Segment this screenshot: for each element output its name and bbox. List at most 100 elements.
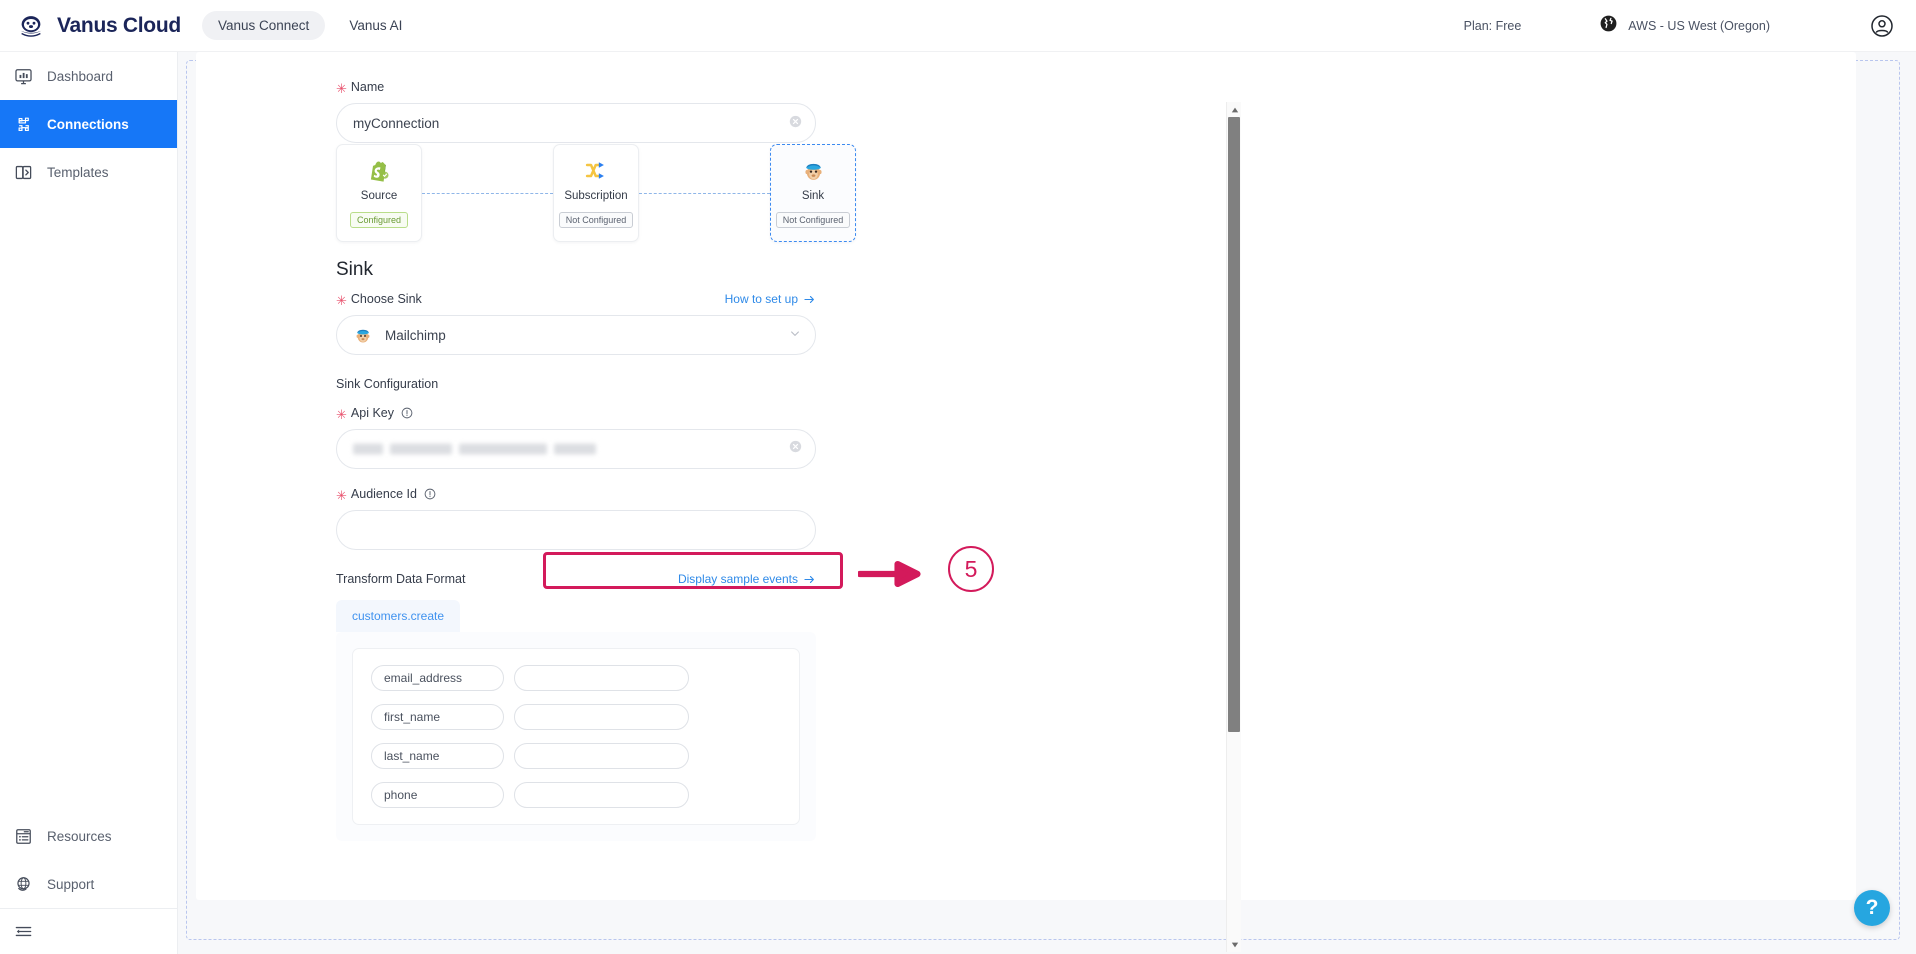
scroll-down-arrow-icon[interactable]: [1227, 937, 1242, 952]
shopify-icon: [366, 157, 392, 183]
sidebar-item-label: Dashboard: [47, 68, 114, 84]
step-connector: [639, 144, 770, 242]
status-badge: Configured: [349, 212, 409, 228]
sidebar-item-label: Connections: [47, 116, 129, 132]
arrow-right-icon: [804, 295, 814, 303]
sink-select[interactable]: Mailchimp: [336, 315, 816, 355]
sidebar-item-label: Support: [47, 876, 95, 892]
table-row: email_address: [371, 665, 781, 691]
mapping-value-field[interactable]: [514, 665, 689, 691]
mapping-key-field[interactable]: email_address: [371, 665, 504, 691]
arrow-right-icon: [804, 575, 814, 583]
annotation-arrow-icon: [856, 560, 930, 593]
sidebar-item-support[interactable]: Support: [0, 860, 177, 908]
step-title: Subscription: [564, 190, 628, 202]
scrollbar-track[interactable]: [1227, 117, 1242, 937]
field-mapping-list: email_address first_name last_name phone: [352, 648, 800, 825]
sidebar-item-dashboard[interactable]: Dashboard: [0, 52, 177, 100]
tab-customers-create[interactable]: customers.create: [336, 600, 461, 632]
sidebar-item-label: Templates: [47, 164, 109, 180]
mapping-key-field[interactable]: phone: [371, 782, 504, 808]
sidebar-item-resources[interactable]: Resources: [0, 812, 177, 860]
step-title: Sink: [801, 190, 825, 202]
display-sample-events-link[interactable]: Display sample events: [678, 572, 816, 586]
api-key-masked-value: [353, 443, 596, 455]
info-circle-icon[interactable]: [401, 407, 413, 419]
shuffle-icon: [583, 157, 609, 183]
sidebar-nav: Dashboard Connections Templates Resource…: [0, 52, 178, 954]
transform-row: Transform Data Format Display sample eve…: [336, 572, 816, 586]
sidebar-item-label: Resources: [47, 828, 112, 844]
required-star-icon: ✳: [336, 406, 347, 422]
status-badge: Not Configured: [558, 212, 634, 228]
brand-name: Vanus Cloud: [57, 13, 181, 37]
sink-form-column: ✳ Choose Sink How to set up Mailchimp Si…: [336, 292, 816, 841]
mapping-value-field[interactable]: [514, 782, 689, 808]
clear-circle-icon[interactable]: [789, 115, 802, 131]
required-star-icon: ✳: [336, 292, 347, 308]
support-globe-icon: [13, 874, 33, 894]
sink-configuration-label: Sink Configuration: [336, 377, 439, 391]
how-to-set-up-link[interactable]: How to set up: [725, 292, 816, 306]
name-field-label: ✳ Name: [336, 80, 816, 96]
table-row: first_name: [371, 704, 781, 730]
step-title: Source: [360, 190, 398, 202]
chevron-down-icon[interactable]: [789, 328, 801, 343]
region-label: AWS - US West (Oregon): [1628, 18, 1770, 33]
brand-block: Vanus Cloud: [0, 11, 181, 41]
display-sample-events-text: Display sample events: [677, 572, 798, 586]
how-to-set-up-text: How to set up: [724, 292, 798, 306]
help-question-icon: ?: [1865, 896, 1879, 919]
audience-id-input[interactable]: [336, 510, 816, 550]
clear-circle-icon[interactable]: [789, 440, 802, 458]
required-star-icon: ✳: [336, 487, 347, 503]
templates-icon: [13, 162, 33, 182]
region-selector[interactable]: AWS - US West (Oregon): [1599, 14, 1770, 38]
step-card-subscription[interactable]: Subscription Not Configured: [553, 144, 639, 242]
transform-data-format-label: Transform Data Format: [336, 572, 466, 586]
api-key-input[interactable]: [336, 429, 816, 469]
mailchimp-icon: [800, 157, 826, 183]
user-circle-icon: [1871, 14, 1893, 37]
mailchimp-icon: [353, 325, 373, 345]
audience-id-label: ✳ Audience Id: [336, 487, 816, 503]
table-row: phone: [371, 782, 781, 808]
step-card-sink[interactable]: Sink Not Configured: [770, 144, 856, 242]
page-canvas: ✳ Name myConnection Source Configured Su…: [178, 52, 1916, 954]
dashboard-icon: [13, 66, 33, 86]
tab-vanus-ai[interactable]: Vanus AI: [333, 11, 418, 40]
mapping-value-field[interactable]: [514, 704, 689, 730]
connections-icon: [13, 114, 33, 134]
annotation-step-number: 5: [948, 546, 994, 592]
tab-vanus-connect[interactable]: Vanus Connect: [202, 11, 326, 40]
info-circle-icon[interactable]: [424, 488, 436, 500]
collapse-sidebar-icon: [13, 922, 33, 942]
connection-form-panel: ✳ Name myConnection Source Configured Su…: [196, 52, 1856, 952]
avatar[interactable]: [1870, 14, 1894, 38]
mapping-key-field[interactable]: first_name: [371, 704, 504, 730]
connection-name-input[interactable]: myConnection: [336, 103, 816, 143]
api-key-label: ✳ Api Key: [336, 406, 816, 422]
top-nav-tabs: Vanus Connect Vanus AI: [202, 11, 418, 40]
scroll-up-arrow-icon[interactable]: [1227, 102, 1242, 117]
mapping-value-field[interactable]: [514, 743, 689, 769]
status-badge: Not Configured: [775, 212, 851, 228]
globe-icon: [1599, 14, 1618, 38]
transform-tabs: customers.create: [336, 600, 816, 632]
sidebar-collapse-button[interactable]: [0, 908, 177, 954]
choose-sink-row: ✳ Choose Sink How to set up: [336, 292, 816, 308]
required-star-icon: ✳: [336, 80, 347, 96]
api-key-label-text: Api Key: [350, 406, 394, 420]
name-label-text: Name: [350, 80, 385, 94]
scrollbar[interactable]: [1226, 102, 1241, 952]
audience-id-label-text: Audience Id: [350, 487, 417, 501]
scrollbar-thumb[interactable]: [1228, 117, 1240, 732]
mapping-key-field[interactable]: last_name: [371, 743, 504, 769]
choose-sink-label-text: Choose Sink: [350, 292, 422, 306]
step-card-source[interactable]: Source Configured: [336, 144, 422, 242]
pipeline-steps: Source Configured Subscription Not Confi…: [336, 144, 856, 242]
sidebar-item-templates[interactable]: Templates: [0, 148, 177, 196]
help-button[interactable]: ?: [1854, 890, 1890, 926]
sidebar-item-connections[interactable]: Connections: [0, 100, 177, 148]
